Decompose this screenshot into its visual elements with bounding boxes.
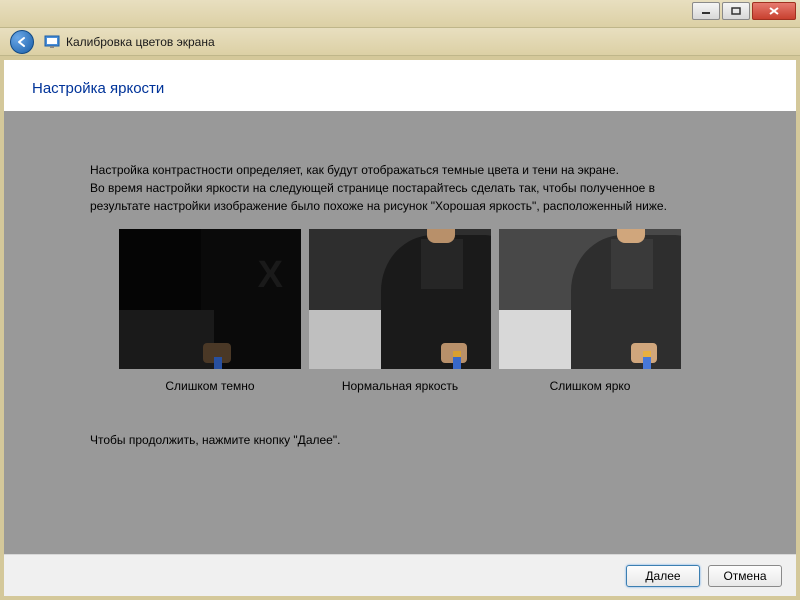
continue-instruction: Чтобы продолжить, нажмите кнопку "Далее"… [32,403,768,449]
sample-image-dark: X [119,229,301,369]
minimize-button[interactable] [692,2,720,20]
page-heading: Настройка яркости [4,60,796,111]
close-button[interactable] [752,2,796,20]
sample-image-normal: X [309,229,491,369]
window-title: Калибровка цветов экрана [66,35,215,49]
sample-too-bright: X Слишком ярко [499,229,681,395]
content-area: Настройка яркости Настройка контрастност… [4,60,796,596]
caption-bright: Слишком ярко [499,377,681,395]
monitor-icon [44,34,60,50]
instruction-panel: Настройка контрастности определяет, как … [4,111,796,554]
maximize-button[interactable] [722,2,750,20]
caption-normal: Нормальная яркость [309,377,491,395]
sample-too-dark: X Слишком темно [119,229,301,395]
header-bar: Калибровка цветов экрана [0,28,800,56]
sample-image-bright: X [499,229,681,369]
sample-images-row: X Слишком темно X Норма [32,229,768,395]
footer-bar: Далее Отмена [4,554,796,596]
next-button[interactable]: Далее [626,565,700,587]
back-button[interactable] [10,30,34,54]
description-line-1: Настройка контрастности определяет, как … [90,161,710,179]
description-line-2: Во время настройки яркости на следующей … [90,179,710,215]
sample-normal: X Нормальная яркость [309,229,491,395]
cancel-button[interactable]: Отмена [708,565,782,587]
titlebar [0,0,800,28]
caption-dark: Слишком темно [119,377,301,395]
